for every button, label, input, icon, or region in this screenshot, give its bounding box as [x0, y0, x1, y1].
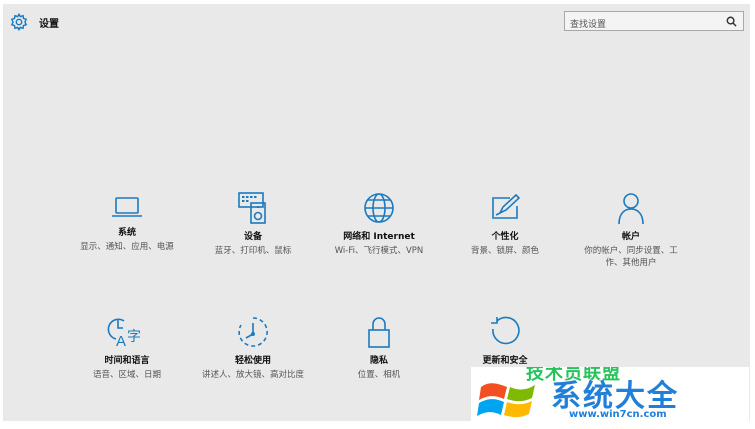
- person-icon: [618, 193, 644, 225]
- time-language-icon: A 字: [107, 318, 141, 349]
- tile-label: 更新和安全: [482, 356, 528, 366]
- watermark-url: www.win7cn.com: [569, 409, 667, 420]
- tile-description: 讲述人、放大镜、高对比度: [201, 370, 304, 380]
- tile-accounts[interactable]: 帐户 你的帐户、同步设置、工作、其他用户: [576, 191, 686, 269]
- tile-devices[interactable]: 设备 蓝牙、打印机、鼠标: [198, 191, 308, 257]
- laptop-icon: [112, 197, 142, 217]
- pen-monitor-icon: [492, 193, 521, 219]
- tile-ease-of-access[interactable]: 轻松使用 讲述人、放大镜、高对比度: [198, 315, 308, 381]
- svg-text:A: A: [116, 333, 126, 349]
- tile-label: 轻松使用: [234, 356, 271, 366]
- refresh-icon: [491, 316, 520, 345]
- tile-label: 设备: [243, 232, 262, 242]
- tile-description: 显示、通知、应用、电源: [80, 242, 174, 252]
- tile-description: 你的帐户、同步设置、工作、其他用户: [584, 246, 678, 268]
- tile-label: 帐户: [621, 232, 640, 242]
- tile-description: 位置、相机: [357, 370, 401, 380]
- svg-text:字: 字: [127, 329, 141, 345]
- tile-network[interactable]: 网络和 Internet Wi-Fi、飞行模式、VPN: [324, 191, 434, 257]
- tile-personalization[interactable]: 个性化 背景、锁屏、颜色: [450, 191, 560, 257]
- settings-grid: 系统 显示、通知、应用、电源 设备 蓝牙、打印机、鼠标 网络和 Internet…: [3, 4, 750, 421]
- tile-label: 时间和语言: [104, 356, 150, 366]
- tile-label: 隐私: [369, 356, 388, 366]
- tile-time-language[interactable]: A 字 时间和语言 语音、区域、日期: [72, 315, 182, 381]
- tile-label: 系统: [117, 228, 136, 238]
- lock-icon: [368, 317, 390, 348]
- tile-description: 语音、区域、日期: [92, 370, 161, 380]
- settings-window: 设置 系统 显示、通知、应用、电源: [3, 4, 750, 421]
- globe-icon: [364, 193, 394, 223]
- tile-label: 网络和 Internet: [343, 232, 415, 242]
- tile-description: 蓝牙、打印机、鼠标: [214, 246, 292, 256]
- tile-description: 背景、锁屏、颜色: [470, 246, 539, 256]
- tile-label: 个性化: [491, 232, 519, 242]
- keyboard-speaker-icon: [238, 192, 266, 224]
- watermark-logo: 技术员联盟 系统大全 www.win7cn.com: [471, 367, 749, 425]
- ease-of-access-icon: [238, 317, 268, 347]
- tile-privacy[interactable]: 隐私 位置、相机: [324, 315, 434, 381]
- tile-description: Wi-Fi、飞行模式、VPN: [334, 246, 424, 256]
- tile-system[interactable]: 系统 显示、通知、应用、电源: [72, 191, 182, 253]
